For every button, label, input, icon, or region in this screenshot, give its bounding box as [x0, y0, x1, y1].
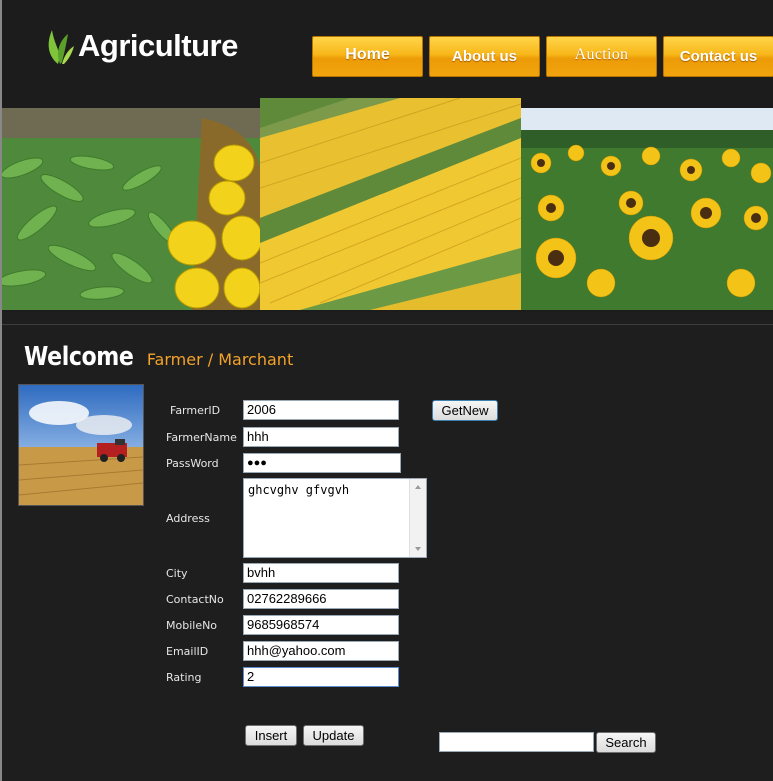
divider: [2, 324, 773, 325]
email-id-input[interactable]: hhh@yahoo.com: [243, 641, 399, 661]
scroll-up-icon: [415, 485, 421, 489]
address-text: ghcvghv gfvgvh: [248, 483, 350, 497]
search-input[interactable]: [439, 732, 594, 752]
contact-no-label: ContactNo: [166, 593, 224, 606]
city-label: City: [166, 567, 188, 580]
nav-about-button[interactable]: About us: [429, 36, 540, 77]
address-textarea[interactable]: ghcvghv gfvgvh: [243, 478, 427, 558]
leaf-icon: [48, 30, 74, 64]
scroll-down-icon: [415, 547, 421, 551]
nav-home-button[interactable]: Home: [312, 36, 423, 77]
insert-button[interactable]: Insert: [245, 725, 297, 746]
address-label: Address: [166, 512, 210, 525]
nav-contact-button[interactable]: Contact us: [663, 36, 773, 77]
banner-sunflower-image: [521, 108, 773, 310]
welcome-subtitle: Farmer / Marchant: [146, 350, 294, 369]
city-input[interactable]: bvhh: [243, 563, 399, 583]
farmer-name-input[interactable]: hhh: [243, 427, 399, 447]
banner-corn-image: [260, 98, 521, 310]
farmer-id-input[interactable]: 2006: [243, 400, 399, 420]
email-id-label: EmailID: [166, 645, 209, 658]
update-button[interactable]: Update: [303, 725, 364, 746]
search-button[interactable]: Search: [596, 732, 656, 753]
rating-label: Rating: [166, 671, 202, 684]
mobile-no-label: MobileNo: [166, 619, 218, 632]
password-input[interactable]: ●●●: [243, 453, 401, 473]
banner-peas-image: [2, 108, 260, 310]
farmer-id-label: FarmerID: [170, 404, 221, 417]
harvest-photo: [18, 384, 144, 506]
site-logo[interactable]: Agriculture: [44, 26, 238, 66]
address-scrollbar[interactable]: [409, 479, 426, 557]
contact-no-input[interactable]: 02762289666: [243, 589, 399, 609]
password-label: PassWord: [166, 457, 219, 470]
logo-text: Agriculture: [78, 28, 238, 63]
mobile-no-input[interactable]: 9685968574: [243, 615, 399, 635]
main-nav: Home About us Auction Contact us: [312, 36, 773, 77]
rating-input[interactable]: 2: [243, 667, 399, 687]
farmer-name-label: FarmerName: [166, 431, 237, 444]
getnew-button[interactable]: GetNew: [432, 400, 498, 421]
welcome-title: Welcome: [24, 342, 134, 372]
welcome-heading: Welcome Farmer / Marchant: [24, 342, 293, 372]
nav-auction-button[interactable]: Auction: [546, 36, 657, 77]
